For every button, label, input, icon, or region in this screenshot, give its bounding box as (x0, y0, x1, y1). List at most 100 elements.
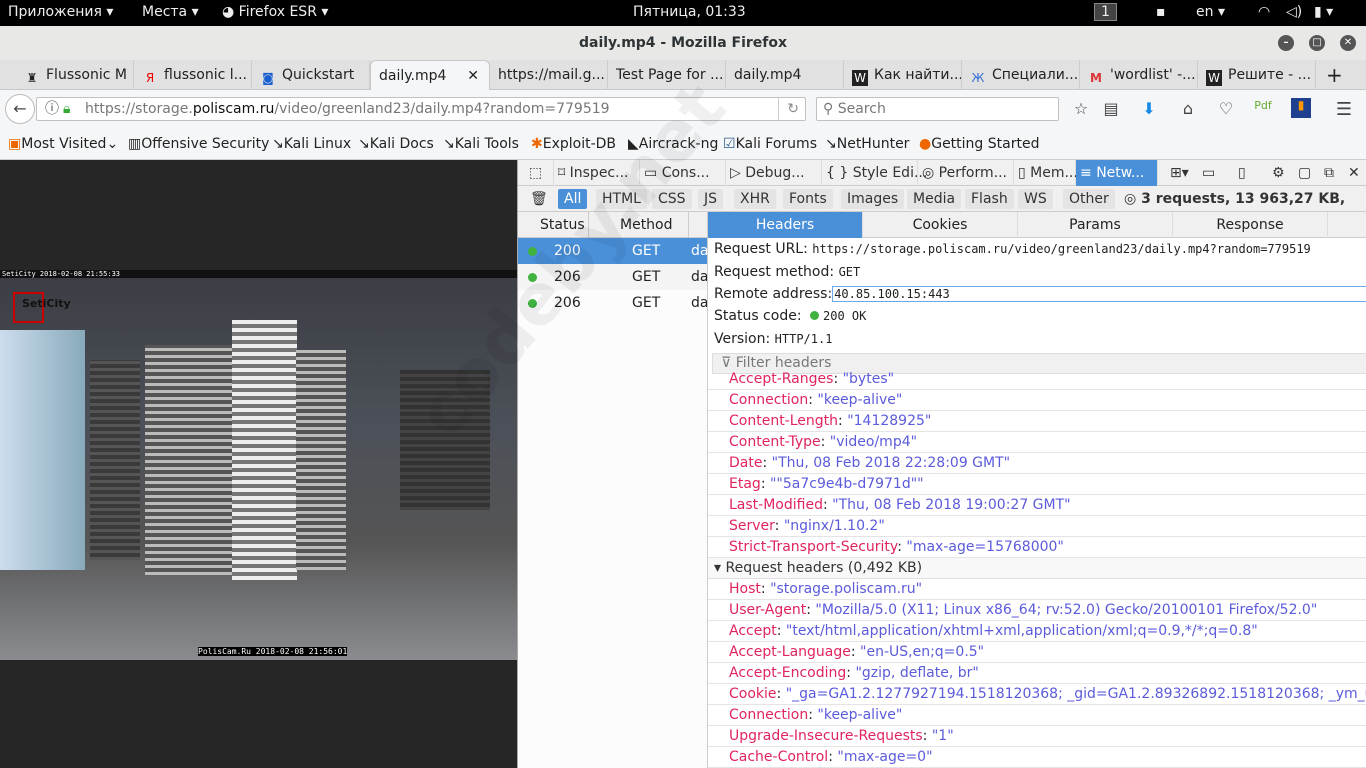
bookmark-item[interactable]: ↘Kali Docs (358, 136, 434, 152)
header-row[interactable]: Last-Modified: "Thu, 08 Feb 2018 19:00:2… (708, 495, 1366, 516)
bookmark-item[interactable]: ●Getting Started (919, 136, 1039, 152)
header-row[interactable]: Upgrade-Insecure-Requests: "1" (708, 726, 1366, 747)
stats-addon-icon[interactable]: ▮ (1291, 98, 1311, 118)
header-row[interactable]: Date: "Thu, 08 Feb 2018 22:28:09 GMT" (708, 453, 1366, 474)
tab[interactable]: W Решите - ... (1198, 60, 1316, 90)
tab-performance[interactable]: ◎ Perform... (918, 160, 1014, 186)
applications-menu[interactable]: Приложения ▾ (8, 4, 113, 20)
filter-js[interactable]: JS (698, 189, 724, 209)
dock-window-icon[interactable]: ⧉ (1320, 160, 1338, 186)
dock-bottom-icon[interactable]: ▢ (1294, 160, 1315, 186)
close-window-button[interactable]: ✕ (1340, 35, 1356, 51)
video-player[interactable]: SetiCity 2018-02-08 21:55:33 SetiCity Po… (0, 270, 517, 660)
header-row[interactable]: Accept: "text/html,application/xhtml+xml… (708, 621, 1366, 642)
tab-active[interactable]: daily.mp4 ✕ (370, 60, 490, 90)
tab-memory[interactable]: ▯ Mem... (1014, 160, 1078, 186)
tab-response[interactable]: Response (1173, 212, 1328, 238)
header-row[interactable]: Cookie: "_ga=GA1.2.1277927194.1518120368… (708, 684, 1366, 705)
lock-icon[interactable]: 🔒︎ (63, 98, 70, 120)
home-icon[interactable]: ⌂ (1178, 99, 1198, 118)
workspace-indicator[interactable]: 1 (1094, 3, 1117, 21)
tab[interactable]: W Как найти... (844, 60, 962, 90)
element-picker-icon[interactable]: ⬚ (518, 160, 554, 186)
bookmark-item[interactable]: ☑Kali Forums (723, 136, 817, 152)
places-menu[interactable]: Места ▾ (142, 4, 199, 20)
header-row[interactable]: Connection: "keep-alive" (708, 390, 1366, 411)
back-button[interactable]: ← (5, 94, 35, 124)
reading-list-icon[interactable]: ▤ (1101, 99, 1121, 118)
split-console-icon[interactable]: ▭ (1198, 160, 1219, 186)
filter-images[interactable]: Images (841, 189, 905, 209)
close-devtools-icon[interactable]: ✕ (1344, 160, 1364, 186)
filter-ws[interactable]: WS (1018, 189, 1053, 209)
tab[interactable]: Яflussonic l... (134, 60, 252, 90)
header-row[interactable]: Server: "nginx/1.10.2" (708, 516, 1366, 537)
header-row[interactable]: Connection: "keep-alive" (708, 705, 1366, 726)
header-row[interactable]: Accept-Language: "en-US,en;q=0.5" (708, 642, 1366, 663)
tab-cookies[interactable]: Cookies (863, 212, 1018, 238)
close-tab-icon[interactable]: ✕ (467, 61, 479, 90)
bookmark-item[interactable]: ↘Kali Tools (443, 136, 519, 152)
tab-style-editor[interactable]: { } Style Edi... (822, 160, 927, 186)
filter-media[interactable]: Media (907, 189, 962, 209)
split-layout-icon[interactable]: ⊞▾ (1166, 160, 1193, 186)
header-row[interactable]: User-Agent: "Mozilla/5.0 (X11; Linux x86… (708, 600, 1366, 621)
header-row[interactable]: Strict-Transport-Security: "max-age=1576… (708, 537, 1366, 558)
performance-icon[interactable]: ◎ (1124, 191, 1136, 207)
bookmark-item[interactable]: ↘Kali Linux (272, 136, 351, 152)
header-row[interactable]: Accept-Ranges: "bytes" (708, 369, 1366, 390)
tab[interactable]: M 'wordlist' -... (1080, 60, 1198, 90)
clock[interactable]: Пятница, 01:33 (633, 4, 746, 20)
language-menu[interactable]: en ▾ (1196, 4, 1225, 20)
hamburger-menu-icon[interactable]: ☰ (1334, 99, 1354, 120)
header-row[interactable]: Content-Type: "video/mp4" (708, 432, 1366, 453)
pdf-addon-icon[interactable]: Pdf (1253, 99, 1273, 112)
bookmark-most-visited[interactable]: ▣Most Visited⌄ (8, 136, 118, 152)
bookmark-star-icon[interactable]: ☆ (1071, 99, 1091, 118)
bookmark-item[interactable]: ↘NetHunter (825, 136, 909, 152)
volume-icon[interactable]: ◁) (1286, 4, 1302, 20)
battery-icon[interactable]: ▮ ▾ (1314, 4, 1333, 20)
filter-fonts[interactable]: Fonts (783, 189, 833, 209)
tab-debugger[interactable]: ▷ Debug... (726, 160, 822, 186)
info-icon[interactable]: ⓘ (45, 98, 59, 120)
header-value: "14128925" (847, 413, 932, 429)
tab-params[interactable]: Params (1018, 212, 1173, 238)
header-row[interactable]: Cache-Control: "max-age=0" (708, 747, 1366, 768)
tab[interactable]: ◙ Quickstart (252, 60, 370, 90)
bookmark-item[interactable]: ✱Exploit-DB (531, 136, 616, 152)
header-row[interactable]: Etag: ""5a7c9e4b-d7971d"" (708, 474, 1366, 495)
wifi-icon[interactable]: ◠ (1258, 4, 1270, 20)
maximize-button[interactable]: □ (1309, 35, 1325, 51)
clear-trash-icon[interactable]: 🗑︎ (524, 189, 554, 209)
new-tab-button[interactable]: + (1318, 60, 1348, 90)
reload-icon[interactable]: ↻ (778, 98, 799, 120)
tab[interactable]: ♜ Flussonic M (16, 60, 134, 90)
active-app-menu[interactable]: ◕ Firefox ESR ▾ (222, 4, 328, 20)
camera-icon[interactable]: ▪ (1156, 4, 1166, 20)
tab[interactable]: daily.mp4 (726, 60, 844, 90)
tab-headers[interactable]: Headers (708, 212, 863, 238)
remote-address-field[interactable]: 40.85.100.15:443 (832, 286, 1366, 302)
settings-gear-icon[interactable]: ⚙ (1268, 160, 1289, 186)
request-url-row: Request URL: https://storage.poliscam.ru… (714, 241, 1311, 257)
header-row[interactable]: Host: "storage.poliscam.ru" (708, 579, 1366, 600)
pocket-icon[interactable]: ♡ (1216, 99, 1236, 118)
header-row[interactable]: Content-Length: "14128925" (708, 411, 1366, 432)
filter-other[interactable]: Other (1063, 189, 1115, 209)
tab[interactable]: Ж Специали... (962, 60, 1080, 90)
header-row[interactable]: Accept-Encoding: "gzip, deflate, br" (708, 663, 1366, 684)
tab-network[interactable]: ≡ Netw... (1076, 160, 1158, 186)
header-name: User-Agent (729, 602, 807, 618)
request-headers-section[interactable]: ▾ Request headers (0,492 KB) (708, 558, 1366, 579)
responsive-design-icon[interactable]: ▯ (1234, 160, 1250, 186)
tab[interactable]: https://mail.g... (490, 60, 608, 90)
minimize-button[interactable]: – (1278, 35, 1294, 51)
header-name: Connection (729, 707, 809, 723)
downloads-icon[interactable]: ⬇ (1139, 99, 1159, 118)
filter-xhr[interactable]: XHR (734, 189, 776, 209)
filter-flash[interactable]: Flash (965, 189, 1014, 209)
url-text[interactable]: https://storage.poliscam.ru/video/greenl… (85, 98, 610, 120)
search-input[interactable]: ⚲ Search (816, 97, 1059, 121)
bookmark-item[interactable]: ▥Offensive Security (128, 136, 269, 152)
